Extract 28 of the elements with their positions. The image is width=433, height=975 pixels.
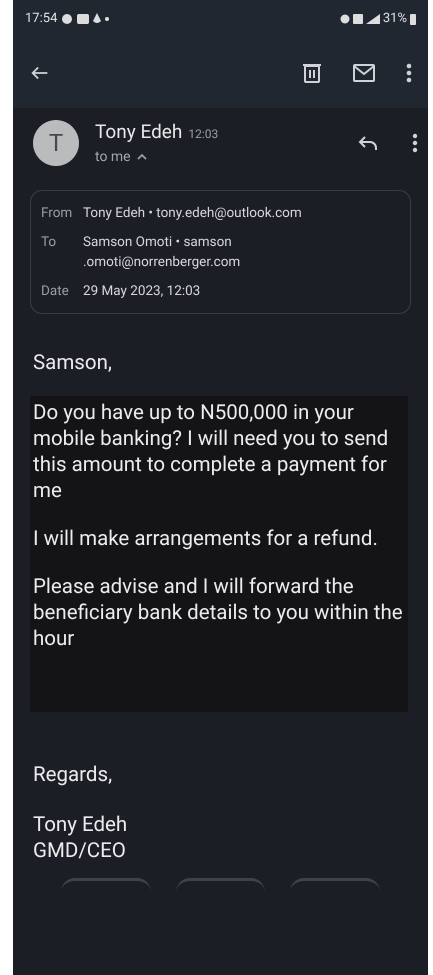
detail-label: Date bbox=[41, 282, 70, 300]
detail-value: .omoti@norrenberger.com bbox=[83, 252, 240, 272]
sender-name: Tony Edeh bbox=[95, 119, 182, 145]
trash-icon bbox=[302, 62, 322, 84]
message-paragraph: Please advise and I will forward the beneficiary bank details to you within the hour bbox=[33, 574, 404, 652]
sender-time: 12:03 bbox=[188, 126, 218, 143]
detail-value: 29 May 2023, 12:03 bbox=[83, 282, 200, 300]
battery-level: 31% bbox=[382, 10, 407, 28]
signature-line: GMD/CEO bbox=[33, 838, 127, 864]
detail-value: Samson Omoti • samson bbox=[83, 232, 233, 252]
detail-label: From bbox=[41, 204, 74, 222]
detail-value: Tony Edeh • tony.edeh@outlook.com bbox=[83, 204, 302, 222]
sender-avatar: T bbox=[33, 120, 79, 166]
detail-label: To bbox=[41, 232, 58, 252]
greeting: Samson, bbox=[33, 350, 113, 376]
battery-icon bbox=[410, 14, 416, 24]
signal-icon bbox=[366, 14, 380, 24]
closing: Regards, bbox=[33, 762, 114, 788]
recipient-toggle[interactable]: to me bbox=[95, 146, 147, 168]
more-icon bbox=[412, 132, 418, 153]
signature-line: Tony Edeh bbox=[33, 812, 128, 838]
message-paragraph: I will make arrangements for a refund. bbox=[33, 526, 379, 552]
status-time: 17:54 bbox=[25, 10, 58, 28]
reply-arrow-icon bbox=[358, 134, 378, 151]
more-icon bbox=[406, 62, 412, 84]
dot-icon bbox=[105, 17, 110, 21]
message-paragraph: Do you have up to N500,000 in your mobile banking? I will need you to send this amount to complete a payment for me bbox=[33, 400, 390, 504]
envelope-icon bbox=[352, 63, 376, 83]
